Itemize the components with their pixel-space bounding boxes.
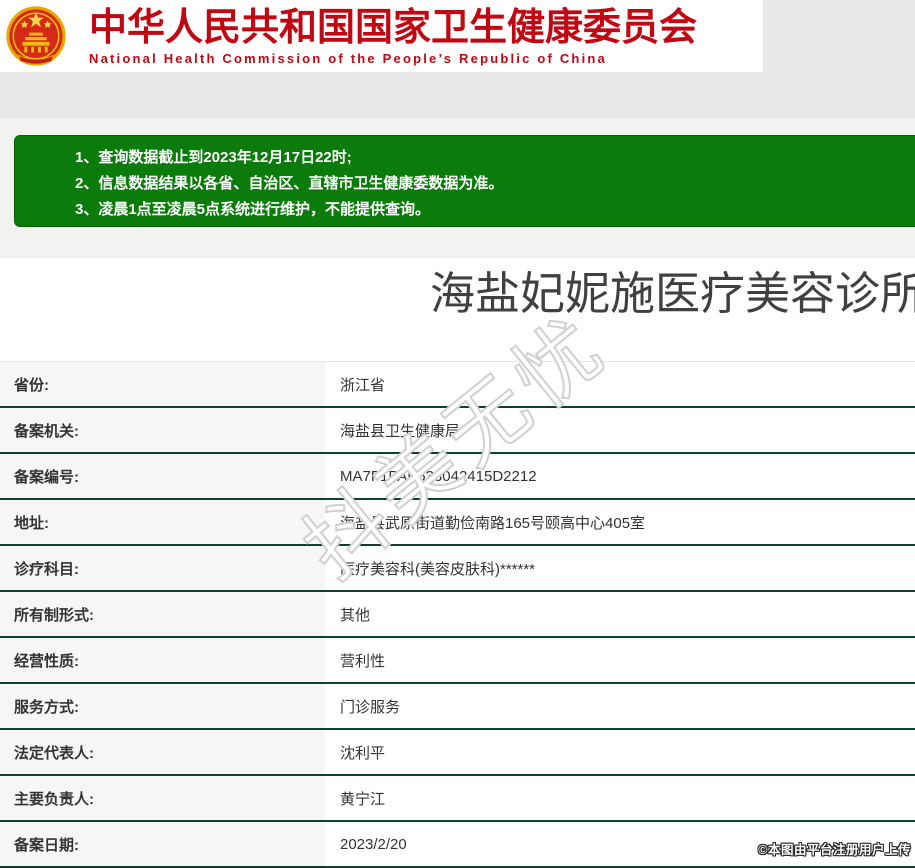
field-value: 医疗美容科(美容皮肤科)******	[325, 546, 915, 590]
field-label: 地址:	[0, 500, 325, 544]
field-value: 黄宁江	[325, 776, 915, 820]
field-label: 备案机关:	[0, 408, 325, 452]
registration-info-table: 省份: 浙江省 备案机关: 海盐县卫生健康局 备案编号: MA7F1PAP533…	[0, 361, 915, 868]
table-row-ownership-type: 所有制形式: 其他	[0, 592, 915, 638]
field-label: 备案日期:	[0, 822, 325, 866]
table-row-province: 省份: 浙江省	[0, 362, 915, 408]
national-emblem-icon	[6, 6, 66, 66]
table-row-main-person-in-charge: 主要负责人: 黄宁江	[0, 776, 915, 822]
table-row-address: 地址: 海盐县武原街道勤俭南路165号颐高中心405室	[0, 500, 915, 546]
field-value: 沈利平	[325, 730, 915, 774]
table-row-business-nature: 经营性质: 营利性	[0, 638, 915, 684]
field-value: 门诊服务	[325, 684, 915, 728]
field-value: 营利性	[325, 638, 915, 682]
field-value: 海盐县卫生健康局	[325, 408, 915, 452]
field-label: 经营性质:	[0, 638, 325, 682]
table-row-legal-representative: 法定代表人: 沈利平	[0, 730, 915, 776]
field-value: 海盐县武原街道勤俭南路165号颐高中心405室	[325, 500, 915, 544]
notice-item: 1、查询数据截止到2023年12月17日22时;	[75, 149, 352, 166]
table-row-filing-authority: 备案机关: 海盐县卫生健康局	[0, 408, 915, 454]
field-label: 法定代表人:	[0, 730, 325, 774]
notice-item: 2、信息数据结果以各省、自治区、直辖市卫生健康委数据为准。	[75, 175, 504, 192]
upload-attribution-badge: ©本图由平台注册用户上传	[758, 843, 911, 857]
field-value: MA7F1PAP533042415D2212	[325, 454, 915, 498]
field-value: 浙江省	[325, 362, 915, 406]
notice-box: 1、查询数据截止到2023年12月17日22时; 2、信息数据结果以各省、自治区…	[14, 135, 915, 227]
top-gray-band: 中华人民共和国国家卫生健康委员会 National Health Commiss…	[0, 0, 915, 117]
field-label: 备案编号:	[0, 454, 325, 498]
site-header: 中华人民共和国国家卫生健康委员会 National Health Commiss…	[0, 0, 763, 72]
site-title-english: National Health Commission of the People…	[89, 51, 607, 66]
table-row-filing-number: 备案编号: MA7F1PAP533042415D2212	[0, 454, 915, 500]
table-row-service-mode: 服务方式: 门诊服务	[0, 684, 915, 730]
field-label: 主要负责人:	[0, 776, 325, 820]
field-label: 所有制形式:	[0, 592, 325, 636]
field-label: 服务方式:	[0, 684, 325, 728]
field-label: 诊疗科目:	[0, 546, 325, 590]
notice-item: 3、凌晨1点至凌晨5点系统进行维护，不能提供查询。	[75, 201, 431, 218]
field-value: 其他	[325, 592, 915, 636]
site-title-chinese: 中华人民共和国国家卫生健康委员会	[89, 7, 698, 49]
clinic-name-title: 海盐妃妮施医疗美容诊所	[430, 268, 915, 319]
result-section: 海盐妃妮施医疗美容诊所 省份: 浙江省 备案机关: 海盐县卫生健康局 备案编号:…	[0, 270, 915, 868]
notice-band: 1、查询数据截止到2023年12月17日22时; 2、信息数据结果以各省、自治区…	[0, 117, 915, 258]
table-row-clinical-departments: 诊疗科目: 医疗美容科(美容皮肤科)******	[0, 546, 915, 592]
field-label: 省份:	[0, 362, 325, 406]
